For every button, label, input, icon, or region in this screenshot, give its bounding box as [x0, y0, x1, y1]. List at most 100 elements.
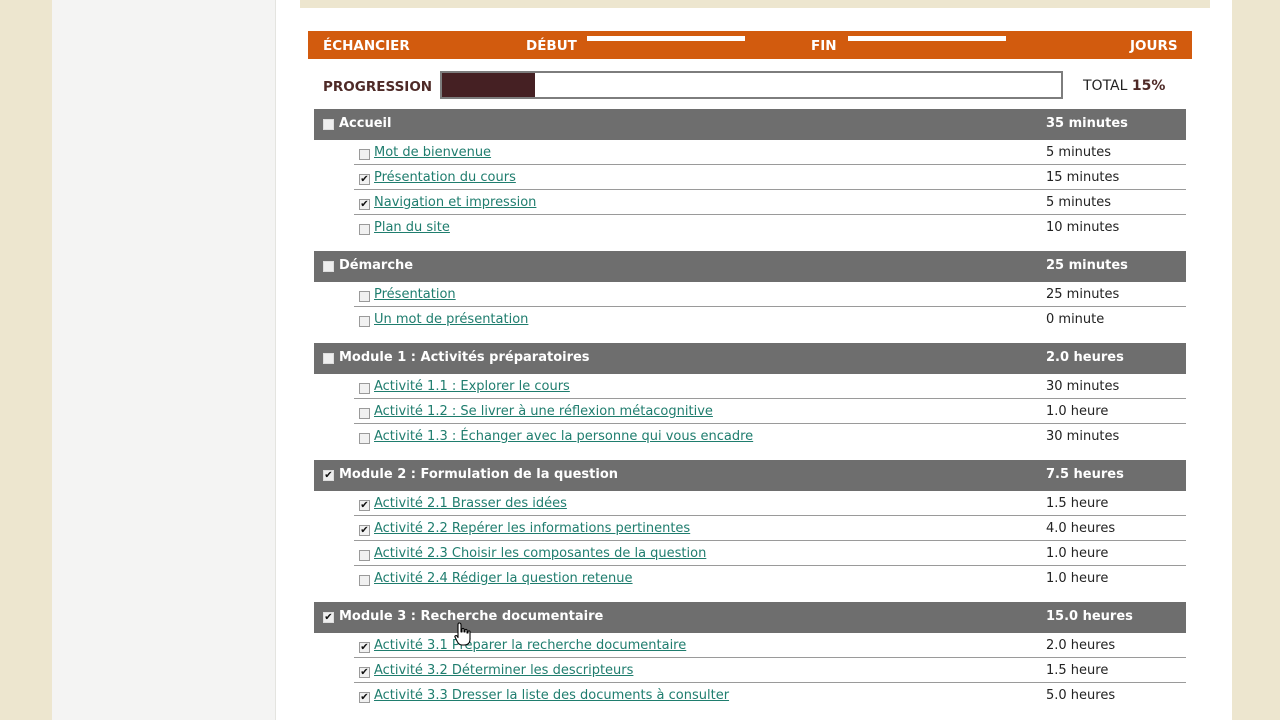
top-strip — [300, 0, 1210, 8]
activity-duration: 30 minutes — [1046, 429, 1120, 444]
section-title: Module 2 : Formulation de la question — [339, 467, 619, 482]
section-checkbox[interactable] — [323, 261, 334, 272]
section-checkbox[interactable] — [323, 119, 334, 130]
section-header: Module 1 : Activités préparatoires 2.0 he… — [314, 343, 1186, 374]
left-sidebar — [52, 0, 276, 720]
activity-checkbox[interactable] — [359, 149, 370, 160]
activity-checkbox[interactable] — [359, 199, 370, 210]
schedule-label: ÉCHANCIER — [323, 38, 410, 54]
activity-duration: 4.0 heures — [1046, 521, 1116, 536]
activity-duration: 1.0 heure — [1046, 546, 1109, 561]
activity-row: Présentation du cours 15 minutes — [354, 165, 1186, 190]
activity-checkbox[interactable] — [359, 383, 370, 394]
activity-link[interactable]: Mot de bienvenue — [374, 145, 491, 160]
section-checkbox[interactable] — [323, 612, 334, 623]
activity-link[interactable]: Plan du site — [374, 220, 450, 235]
start-label: DÉBUT — [526, 38, 577, 54]
end-date-field[interactable] — [848, 36, 1006, 41]
section-header: Module 3 : Recherche documentaire15.0 he… — [314, 602, 1186, 633]
activity-link[interactable]: Activité 2.2 Repérer les informations pe… — [374, 521, 690, 536]
activity-checkbox[interactable] — [359, 667, 370, 678]
activity-row: Activité 1.3 : Échanger avec la personne… — [354, 424, 1186, 449]
mouse-cursor-icon — [454, 622, 471, 646]
activity-link[interactable]: Activité 1.3 : Échanger avec la personne… — [374, 429, 753, 444]
activity-duration: 25 minutes — [1046, 287, 1120, 302]
activity-link[interactable]: Navigation et impression — [374, 195, 536, 210]
activity-checkbox[interactable] — [359, 575, 370, 586]
activity-link[interactable]: Activité 2.3 Choisir les composantes de … — [374, 546, 706, 561]
activity-row: Activité 3.3 Dresser la liste des docume… — [354, 683, 1186, 708]
progress-row: PROGRESSION TOTAL 15% — [308, 70, 1192, 100]
activity-duration: 2.0 heures — [1046, 638, 1116, 653]
section-checkbox[interactable] — [323, 470, 334, 481]
course-section: Démarche 25 minutes Présentation 25 minutes… — [314, 251, 1186, 332]
activity-duration: 15 minutes — [1046, 170, 1120, 185]
activity-checkbox[interactable] — [359, 692, 370, 703]
activity-duration: 5 minutes — [1046, 195, 1112, 210]
main-content: ÉCHANCIER DÉBUT FIN JOURS PROGRESSION TO… — [276, 0, 1232, 720]
activity-duration: 1.0 heure — [1046, 571, 1109, 586]
section-title: Accueil — [339, 116, 392, 131]
activity-row: Mot de bienvenue 5 minutes — [354, 140, 1186, 165]
activity-row: Activité 2.3 Choisir les composantes de … — [354, 541, 1186, 566]
course-section: Accueil 35 minutes Mot de bienvenue 5 minut… — [314, 109, 1186, 240]
activity-link[interactable]: Activité 1.2 : Se livrer à une réflexion… — [374, 404, 713, 419]
activity-link[interactable]: Activité 3.2 Déterminer les descripteurs — [374, 663, 633, 678]
activity-checkbox[interactable] — [359, 433, 370, 444]
activity-link[interactable]: Présentation du cours — [374, 170, 516, 185]
progress-total: TOTAL 15% — [1083, 78, 1165, 94]
activity-checkbox[interactable] — [359, 291, 370, 302]
activity-row: Activité 1.2 : Se livrer à une réflexion… — [354, 399, 1186, 424]
course-sections: Accueil 35 minutes Mot de bienvenue 5 minut… — [314, 109, 1186, 719]
activity-checkbox[interactable] — [359, 500, 370, 511]
section-title: Module 1 : Activités préparatoires — [339, 350, 590, 365]
activity-checkbox[interactable] — [359, 316, 370, 327]
activity-checkbox[interactable] — [359, 525, 370, 536]
activity-duration: 1.5 heure — [1046, 663, 1109, 678]
activity-row: Plan du site 10 minutes — [354, 215, 1186, 240]
section-duration: 7.5 heures — [1046, 467, 1124, 482]
activity-link[interactable]: Activité 2.4 Rédiger la question retenue — [374, 571, 633, 586]
activity-link[interactable]: Activité 2.1 Brasser des idées — [374, 496, 567, 511]
activity-duration: 30 minutes — [1046, 379, 1120, 394]
activity-checkbox[interactable] — [359, 642, 370, 653]
section-header: Démarche 25 minutes — [314, 251, 1186, 282]
progress-bar-fill — [442, 73, 535, 97]
activity-duration: 1.5 heure — [1046, 496, 1109, 511]
activity-checkbox[interactable] — [359, 224, 370, 235]
activity-row: Activité 1.1 : Explorer le cours 30 minut… — [354, 374, 1186, 399]
activity-row: Activité 3.2 Déterminer les descripteurs… — [354, 658, 1186, 683]
progress-label: PROGRESSION — [323, 79, 433, 95]
section-header: Module 2 : Formulation de la question 7.5… — [314, 460, 1186, 491]
activity-checkbox[interactable] — [359, 174, 370, 185]
activity-link[interactable]: Un mot de présentation — [374, 312, 528, 327]
activity-link[interactable]: Activité 3.1 Préparer la recherche docum… — [374, 638, 686, 653]
activity-duration: 1.0 heure — [1046, 404, 1109, 419]
days-label: JOURS — [1130, 38, 1178, 54]
course-section: Module 3 : Recherche documentaire15.0 he… — [314, 602, 1186, 708]
progress-bar — [440, 71, 1063, 99]
section-duration: 35 minutes — [1046, 116, 1128, 131]
end-label: FIN — [811, 38, 837, 54]
activity-link[interactable]: Activité 3.3 Dresser la liste des docume… — [374, 688, 729, 703]
activity-row: Activité 2.1 Brasser des idées 1.5 heure — [354, 491, 1186, 516]
start-date-field[interactable] — [587, 36, 745, 41]
activity-row: Présentation 25 minutes — [354, 282, 1186, 307]
activity-row: Activité 2.4 Rédiger la question retenue… — [354, 566, 1186, 591]
activity-row: Un mot de présentation 0 minute — [354, 307, 1186, 332]
activity-link[interactable]: Activité 1.1 : Explorer le cours — [374, 379, 570, 394]
activity-duration: 5 minutes — [1046, 145, 1112, 160]
activity-duration: 10 minutes — [1046, 220, 1120, 235]
section-duration: 25 minutes — [1046, 258, 1128, 273]
activity-row: Navigation et impression 5 minutes — [354, 190, 1186, 215]
activity-link[interactable]: Présentation — [374, 287, 456, 302]
course-section: Module 2 : Formulation de la question 7.5… — [314, 460, 1186, 591]
course-section: Module 1 : Activités préparatoires 2.0 he… — [314, 343, 1186, 449]
activity-duration: 5.0 heures — [1046, 688, 1116, 703]
activity-checkbox[interactable] — [359, 408, 370, 419]
activity-row: Activité 3.1 Préparer la recherche docum… — [354, 633, 1186, 658]
activity-checkbox[interactable] — [359, 550, 370, 561]
section-checkbox[interactable] — [323, 353, 334, 364]
section-header: Accueil 35 minutes — [314, 109, 1186, 140]
section-title: Démarche — [339, 258, 414, 273]
